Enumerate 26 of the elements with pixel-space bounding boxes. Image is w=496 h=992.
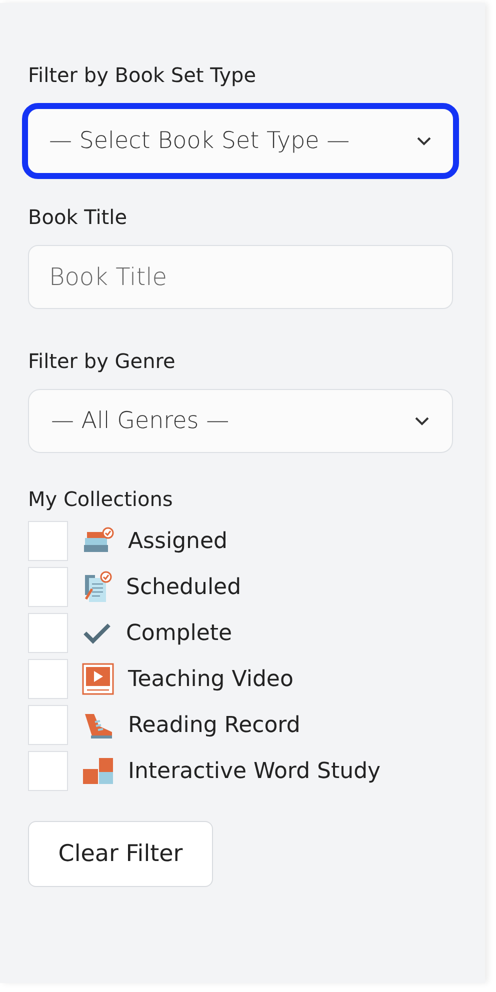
- field-label: Book Title: [28, 205, 128, 231]
- clipboard-icon: [82, 571, 112, 603]
- chevron-down-icon: [414, 416, 430, 426]
- checkbox-label: Complete: [126, 620, 232, 646]
- clear-filter-button[interactable]: Clear Filter: [28, 821, 213, 887]
- checkbox[interactable]: [28, 521, 68, 561]
- checkbox[interactable]: [28, 659, 68, 699]
- section-label: My Collections: [28, 487, 174, 513]
- checkbox-label: Reading Record: [128, 712, 300, 738]
- check-icon: [82, 622, 112, 644]
- field-label: Filter by Genre: [28, 349, 176, 375]
- checkbox[interactable]: [28, 567, 68, 607]
- book-title-field[interactable]: Book Title: [28, 245, 453, 309]
- checkbox-label: Assigned: [128, 528, 228, 554]
- checkbox[interactable]: [28, 751, 68, 791]
- video-icon: [82, 663, 114, 695]
- books-icon: [82, 527, 114, 555]
- checkbox-label: Interactive Word Study: [128, 758, 381, 784]
- checkbox[interactable]: [28, 705, 68, 745]
- chevron-down-icon: [416, 136, 432, 146]
- checkbox-label: Teaching Video: [128, 666, 294, 692]
- field-label: Filter by Book Set Type: [28, 63, 258, 89]
- checkbox-label: Scheduled: [126, 574, 242, 600]
- genre-select[interactable]: — All Genres —: [28, 389, 453, 453]
- letter-blocks-icon: [82, 756, 114, 786]
- checkbox[interactable]: [28, 613, 68, 653]
